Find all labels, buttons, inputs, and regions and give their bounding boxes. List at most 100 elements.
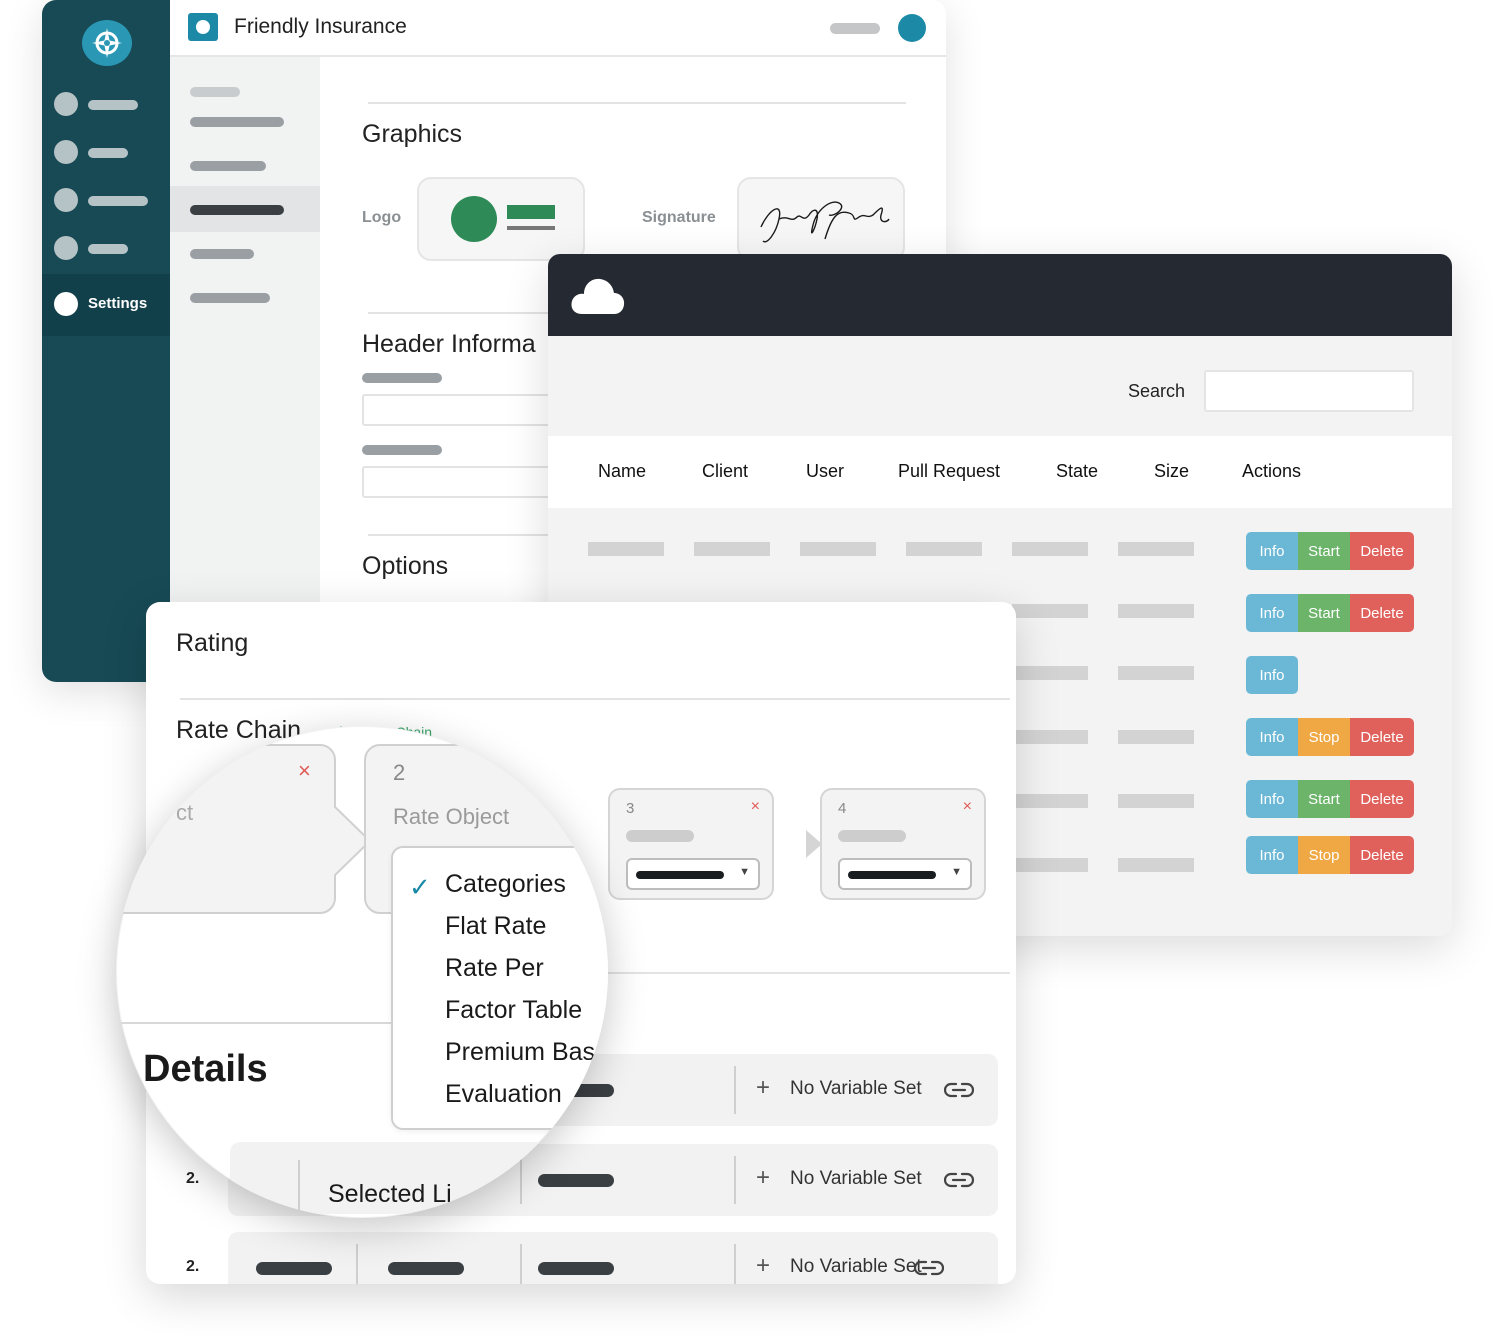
dropdown-option[interactable]: Rate Per xyxy=(445,954,544,983)
stop-button[interactable]: Stop xyxy=(1298,718,1350,756)
column-header-name[interactable]: Name xyxy=(598,461,646,482)
column-divider xyxy=(298,1160,300,1218)
delete-button[interactable]: Delete xyxy=(1350,718,1414,756)
chevron-down-icon: ▼ xyxy=(739,866,750,878)
selected-line-label: Selected Li xyxy=(328,1180,452,1208)
sidebar-item[interactable] xyxy=(42,78,170,126)
logo-underline xyxy=(507,226,555,230)
info-button[interactable]: Info xyxy=(1246,836,1298,874)
logo-label: Logo xyxy=(362,209,402,226)
section-divider xyxy=(368,102,906,104)
sidebar-item-label: Settings xyxy=(88,295,148,312)
signature-image xyxy=(760,201,890,243)
subnav-item-selected[interactable] xyxy=(170,186,320,232)
subnav-item[interactable] xyxy=(190,293,270,303)
start-button[interactable]: Start xyxy=(1298,532,1350,570)
add-variable-icon[interactable]: + xyxy=(756,1252,770,1280)
logo-circle-icon xyxy=(451,196,497,242)
app-title: Friendly Insurance xyxy=(234,15,407,38)
no-variable-set-label: No Variable Set xyxy=(790,1168,922,1189)
app-icon xyxy=(188,13,218,41)
cloud-icon xyxy=(571,278,625,314)
dashboard-header xyxy=(548,254,1452,336)
link-icon[interactable] xyxy=(944,1170,974,1190)
rate-type-dropdown[interactable]: ✓ Categories Flat Rate Rate Per Factor T… xyxy=(391,846,608,1130)
start-button[interactable]: Start xyxy=(1298,594,1350,632)
header-input[interactable] xyxy=(362,466,562,498)
close-icon[interactable]: × xyxy=(751,798,760,816)
search-label: Search xyxy=(1128,381,1186,401)
signature-label: Signature xyxy=(642,209,716,226)
signature-upload[interactable] xyxy=(737,177,905,261)
logo-bar xyxy=(507,205,555,219)
settings-subnav xyxy=(170,57,320,682)
delete-button[interactable]: Delete xyxy=(1350,836,1414,874)
chain-number: 3 xyxy=(626,800,635,817)
column-header-user[interactable]: User xyxy=(806,461,844,482)
link-icon[interactable] xyxy=(914,1258,944,1278)
search-input[interactable] xyxy=(1204,370,1414,412)
subnav-item[interactable] xyxy=(190,117,284,127)
section-divider xyxy=(180,698,1010,700)
settings-dot-icon xyxy=(54,292,78,316)
subnav-heading xyxy=(190,87,240,97)
section-title-header: Header Informa xyxy=(362,330,536,358)
sidebar: Settings xyxy=(42,0,170,682)
chain-label-placeholder xyxy=(838,830,906,842)
compass-logo-icon xyxy=(82,20,132,66)
info-button[interactable]: Info xyxy=(1246,532,1298,570)
section-title-graphics: Graphics xyxy=(362,120,463,148)
column-header-pull-request[interactable]: Pull Request xyxy=(898,461,1000,482)
info-button[interactable]: Info xyxy=(1246,594,1298,632)
field-label-placeholder xyxy=(362,445,442,455)
stop-button[interactable]: Stop xyxy=(1298,836,1350,874)
dropdown-option[interactable]: Factor Table xyxy=(445,996,582,1025)
column-header-size[interactable]: Size xyxy=(1154,461,1189,482)
avatar[interactable] xyxy=(898,14,926,42)
chain-card[interactable]: 4 × ▼ xyxy=(820,788,986,900)
rate-type-select[interactable]: ▼ xyxy=(626,858,760,890)
subnav-item[interactable] xyxy=(190,249,254,259)
column-header-state[interactable]: State xyxy=(1056,461,1098,482)
link-icon[interactable] xyxy=(944,1080,974,1100)
dropdown-option[interactable]: Flat Rate xyxy=(445,912,546,941)
info-button[interactable]: Info xyxy=(1246,718,1298,756)
dropdown-option[interactable]: Categories xyxy=(445,870,566,899)
row-number: 2. xyxy=(186,1258,200,1275)
section-divider xyxy=(368,312,568,314)
logo-upload[interactable] xyxy=(417,177,585,261)
info-button[interactable]: Info xyxy=(1246,656,1298,694)
chain-label-placeholder xyxy=(626,830,694,842)
subnav-item[interactable] xyxy=(190,161,266,171)
dropdown-option[interactable]: Premium Bas xyxy=(445,1038,595,1067)
details-title: Details xyxy=(143,1048,268,1090)
close-icon[interactable]: × xyxy=(298,758,311,784)
page-title: Rating xyxy=(176,629,249,657)
close-icon[interactable]: × xyxy=(560,796,569,814)
add-variable-icon[interactable]: + xyxy=(756,1164,770,1192)
column-header-client[interactable]: Client xyxy=(702,461,748,482)
sidebar-item[interactable] xyxy=(42,126,170,174)
row-actions: Info Stop Delete xyxy=(1246,718,1414,756)
sidebar-item[interactable] xyxy=(42,222,170,270)
add-variable-icon[interactable]: + xyxy=(756,1074,770,1102)
top-bar: Friendly Insurance xyxy=(170,0,946,57)
chain-number: 2 xyxy=(393,760,406,785)
info-button[interactable]: Info xyxy=(1246,780,1298,818)
sidebar-item-settings[interactable]: Settings xyxy=(42,274,170,336)
rate-type-select[interactable]: ▼ xyxy=(838,858,972,890)
delete-button[interactable]: Delete xyxy=(1350,594,1414,632)
delete-button[interactable]: Delete xyxy=(1350,532,1414,570)
section-divider xyxy=(116,1022,396,1024)
detail-row: + No Variable Set xyxy=(228,1232,998,1284)
chain-label: Rate Object xyxy=(393,804,510,829)
dropdown-option[interactable]: Evaluation xyxy=(445,1080,562,1109)
sidebar-item[interactable] xyxy=(42,174,170,222)
delete-button[interactable]: Delete xyxy=(1350,780,1414,818)
section-divider xyxy=(368,534,568,536)
header-input[interactable] xyxy=(362,394,562,426)
column-header-actions: Actions xyxy=(1242,461,1302,481)
start-button[interactable]: Start xyxy=(1298,780,1350,818)
chain-card[interactable]: 3 × ▼ xyxy=(608,788,774,900)
close-icon[interactable]: × xyxy=(963,798,972,816)
